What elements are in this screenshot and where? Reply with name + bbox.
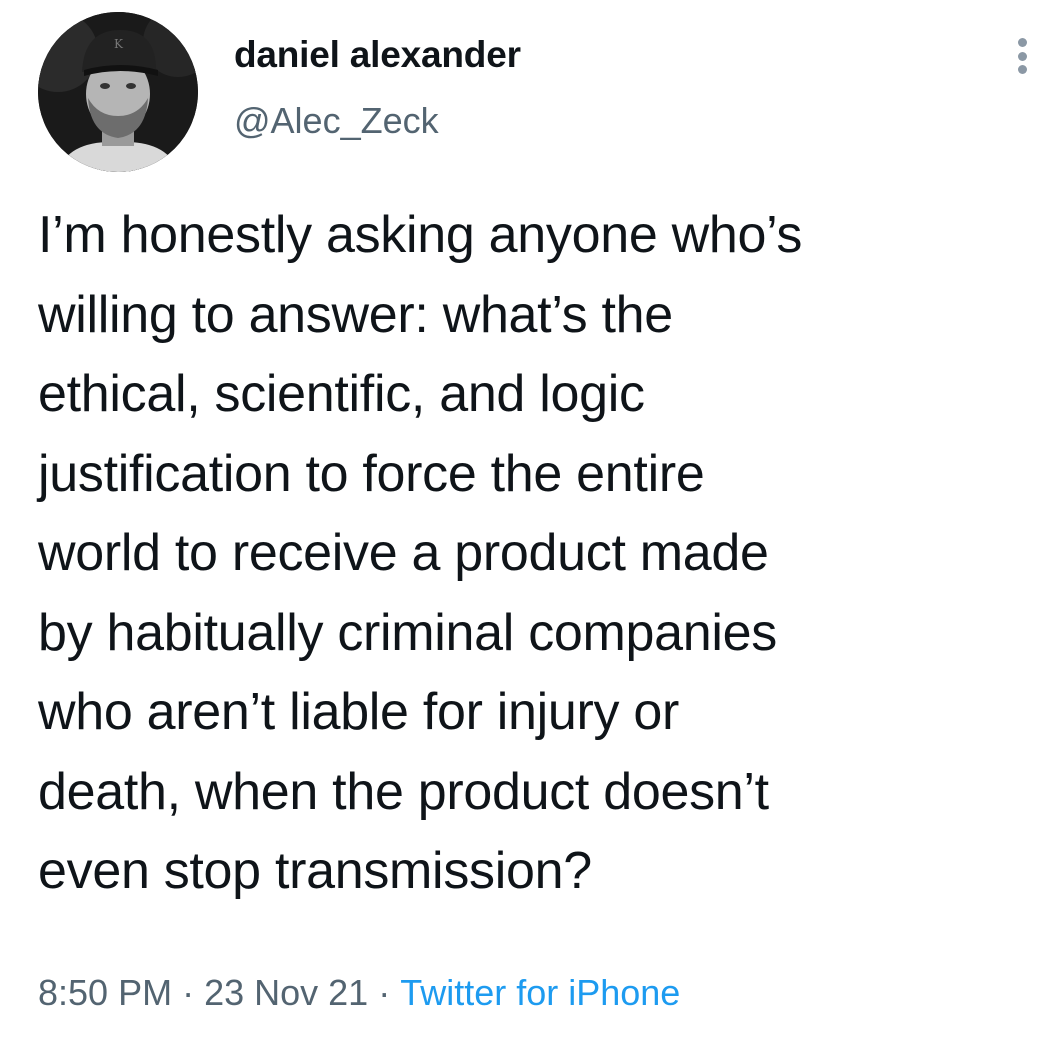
- profile-photo-icon: K: [38, 12, 198, 172]
- tweet-text-line: justification to force the entire: [38, 444, 705, 503]
- tweet-text-line: who aren’t liable for injury or: [38, 683, 680, 741]
- tweet-text: I’m honestly asking anyone who’s willing…: [38, 196, 1038, 912]
- tweet-metadata: 8:50 PM · 23 Nov 21 · Twitter for iPhone: [38, 972, 680, 1014]
- tweet-text-line: even stop transmission?: [38, 842, 592, 900]
- tweet-text-line: willing to answer: what’s the: [38, 285, 673, 344]
- tweet-text-line: by habitually criminal companies: [38, 603, 777, 662]
- tweet-text-line: world to receive a product made: [38, 524, 769, 582]
- tweet-card: K daniel alexander @Alec_Zeck I’m honest…: [0, 0, 1058, 1040]
- author-display-name[interactable]: daniel alexander: [234, 34, 521, 76]
- more-options-icon[interactable]: [1014, 38, 1030, 74]
- author-handle[interactable]: @Alec_Zeck: [234, 100, 439, 142]
- tweet-time[interactable]: 8:50 PM: [38, 972, 172, 1013]
- separator: ·: [378, 972, 391, 1013]
- author-avatar[interactable]: K: [38, 12, 198, 172]
- tweet-text-line: death, when the product doesn’t: [38, 762, 769, 821]
- tweet-text-line: I’m honestly asking anyone who’s: [38, 206, 803, 264]
- dot-icon: [1017, 51, 1027, 61]
- separator: ·: [182, 972, 195, 1013]
- tweet-date[interactable]: 23 Nov 21: [204, 972, 368, 1013]
- dot-icon: [1017, 65, 1027, 74]
- tweet-source-link[interactable]: Twitter for iPhone: [400, 972, 680, 1013]
- dot-icon: [1017, 38, 1027, 47]
- svg-text:K: K: [114, 37, 124, 51]
- tweet-text-line: ethical, scientific, and logic: [38, 365, 645, 423]
